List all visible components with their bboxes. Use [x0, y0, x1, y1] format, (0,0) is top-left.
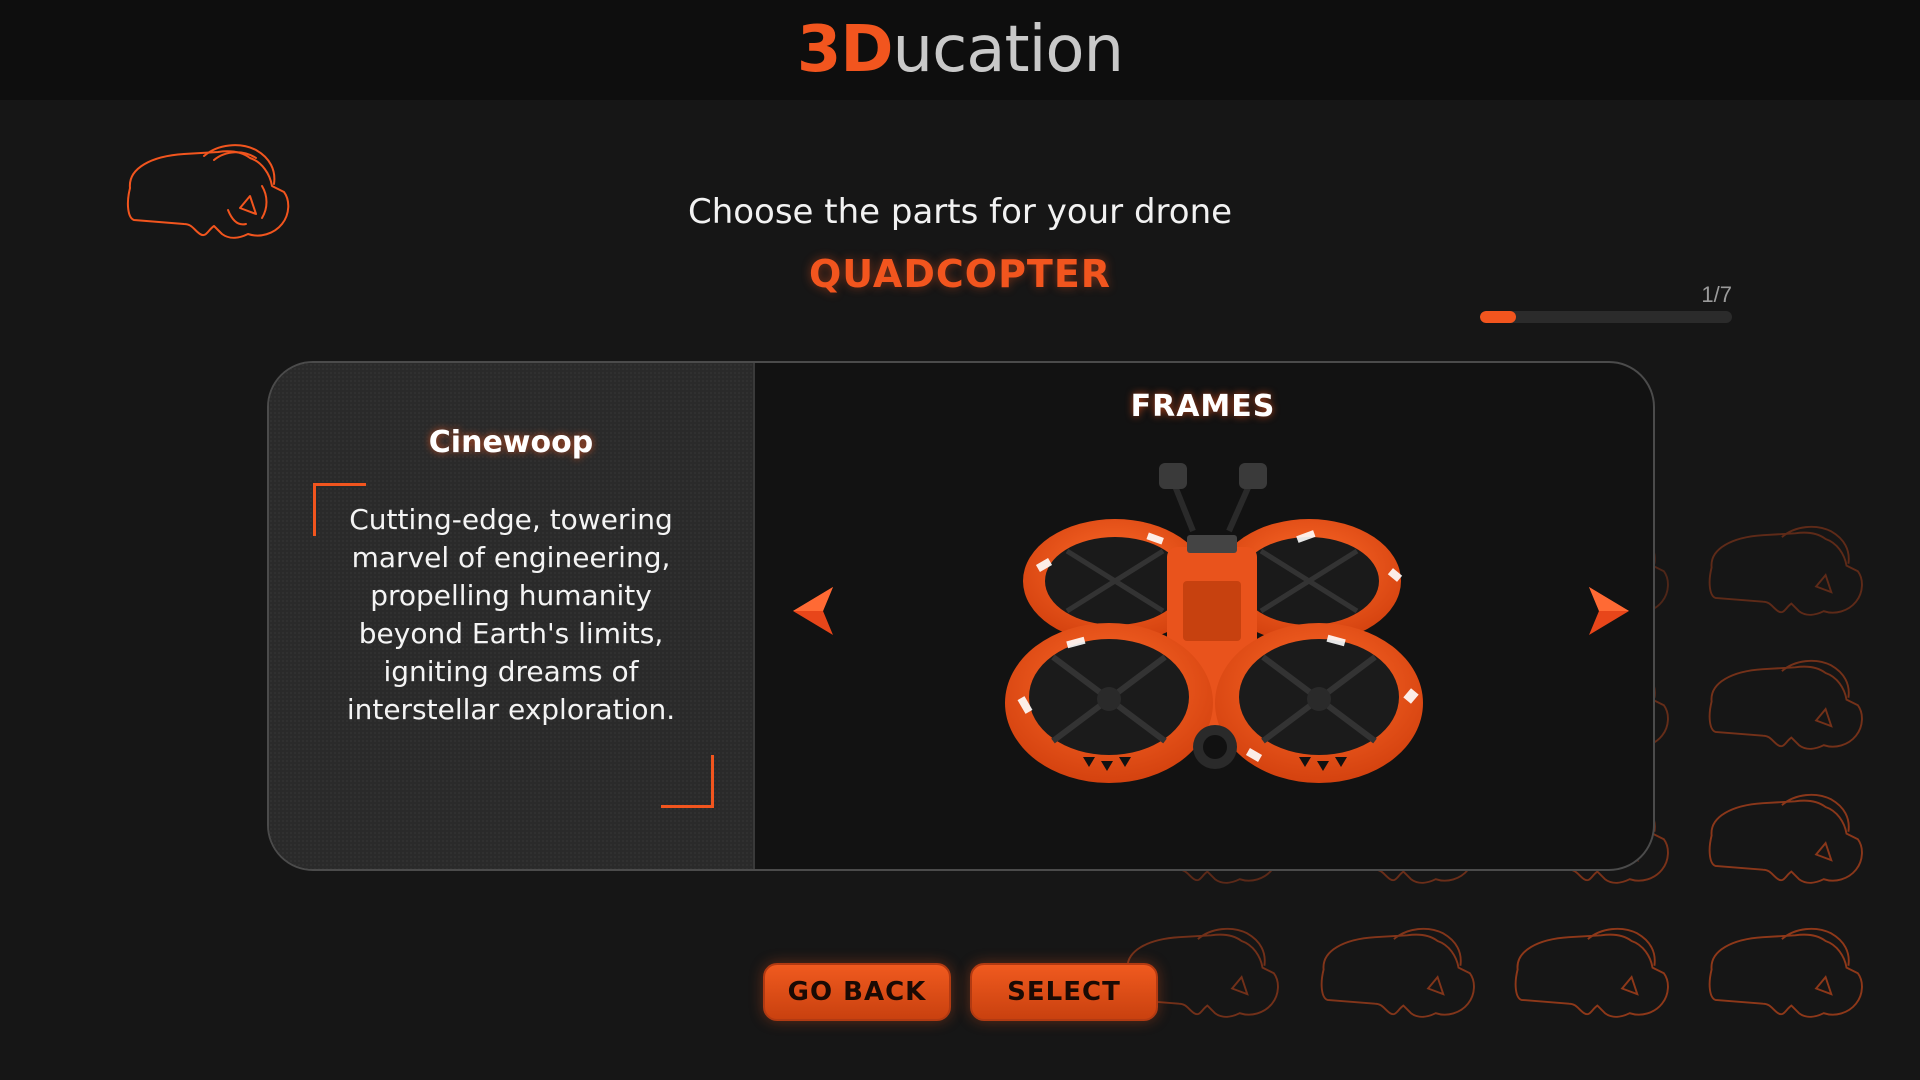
pattern-headset-icon: [1708, 927, 1863, 1018]
pattern-headset-icon: [1708, 793, 1863, 884]
pattern-headset-icon: [1514, 927, 1669, 1018]
progress-fill: [1480, 311, 1516, 323]
part-category-label: FRAMES: [1130, 389, 1276, 424]
top-bar: 3Ducation: [0, 0, 1920, 100]
item-title: Cinewoop: [428, 425, 594, 460]
logo-brand: 3D: [796, 13, 894, 87]
logo-rest: ucation: [892, 13, 1125, 87]
progress-bar: [1480, 311, 1732, 323]
part-selector-card: Cinewoop Cutting-edge, towering marvel o…: [267, 361, 1655, 871]
item-description: Cutting-edge, towering marvel of enginee…: [346, 503, 676, 726]
progress-label: 1/7: [1701, 282, 1732, 307]
go-back-button[interactable]: GO BACK: [763, 963, 951, 1021]
app-root: 3Ducation Choose the parts for your dron…: [0, 0, 1920, 1080]
corner-bracket-bottom-right: [661, 755, 714, 808]
pattern-headset-icon: [1320, 927, 1475, 1018]
app-logo: 3Ducation: [797, 18, 1124, 82]
drone-antennas: [1159, 463, 1267, 533]
cinewoop-frame-preview: [1005, 463, 1423, 783]
pattern-headset-icon: [1708, 525, 1863, 616]
select-button[interactable]: SELECT: [970, 963, 1158, 1021]
drone-camera: [1193, 725, 1237, 769]
page-subtitle: Choose the parts for your drone: [687, 192, 1233, 232]
arrow-right-icon[interactable]: [1583, 583, 1633, 639]
page-category-title: QUADCOPTER: [808, 252, 1112, 296]
pattern-headset-icon: [1708, 659, 1863, 750]
item-info-panel: Cinewoop Cutting-edge, towering marvel o…: [269, 363, 755, 869]
arrow-left-icon[interactable]: [789, 583, 839, 639]
